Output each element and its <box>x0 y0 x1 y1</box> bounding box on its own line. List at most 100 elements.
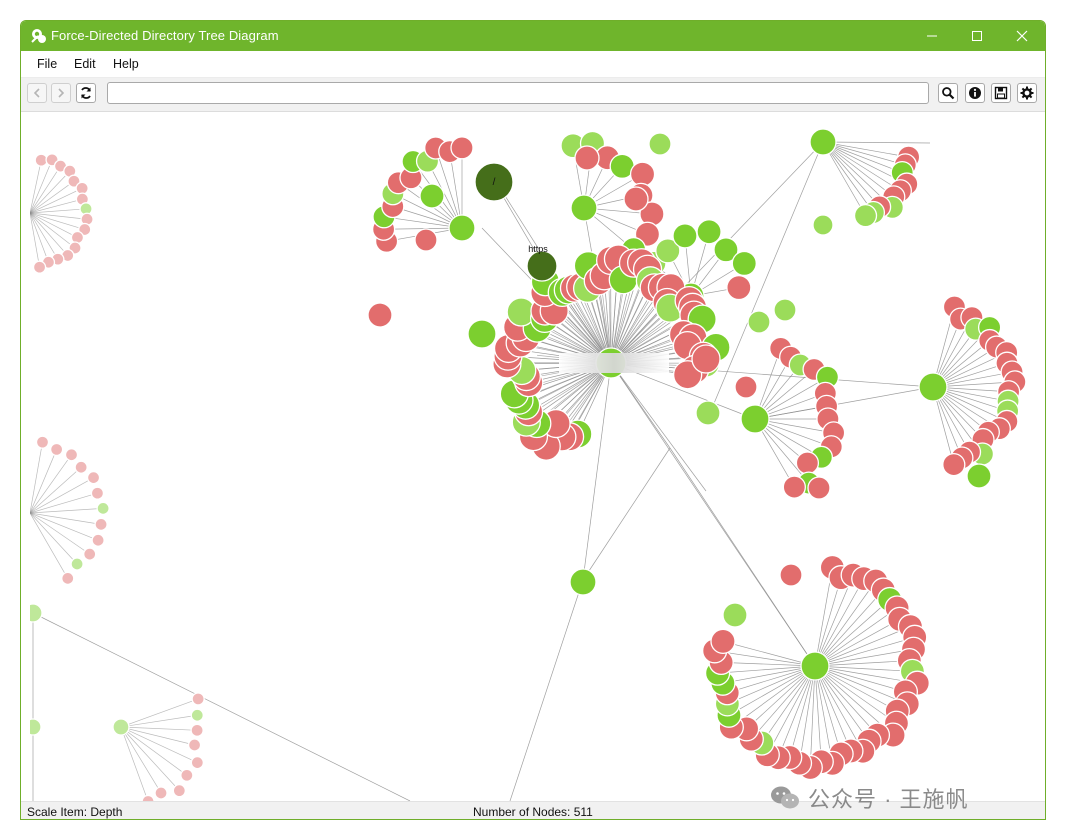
file-node[interactable] <box>74 460 88 474</box>
forward-button[interactable] <box>51 83 71 103</box>
file-node[interactable] <box>726 274 752 301</box>
file-node[interactable] <box>795 451 820 475</box>
title-bar[interactable]: Force-Directed Directory Tree Diagram <box>21 21 1045 51</box>
file-node[interactable] <box>629 161 656 187</box>
graph-edge <box>120 726 180 791</box>
file-node[interactable] <box>83 547 97 561</box>
file-node[interactable] <box>35 435 50 449</box>
file-node[interactable] <box>782 475 806 499</box>
directory-node[interactable] <box>853 203 878 228</box>
directory-node[interactable] <box>96 501 110 516</box>
directory-node[interactable] <box>740 404 770 434</box>
file-node[interactable] <box>34 153 48 167</box>
file-node[interactable] <box>190 755 204 770</box>
file-node[interactable] <box>414 228 438 252</box>
maximize-button[interactable] <box>954 21 1000 51</box>
file-node[interactable] <box>61 571 75 586</box>
graph-edge <box>822 141 901 192</box>
file-node[interactable] <box>154 786 168 800</box>
directory-node[interactable] <box>672 223 698 249</box>
file-node[interactable] <box>734 375 758 399</box>
file-node[interactable] <box>94 517 108 532</box>
app-window: Force-Directed Directory Tree Diagram Fi… <box>20 20 1046 820</box>
menu-help[interactable]: Help <box>113 57 139 71</box>
file-node[interactable] <box>623 186 649 212</box>
info-button[interactable] <box>965 83 985 103</box>
file-node[interactable] <box>942 452 966 477</box>
graph-edge <box>120 726 162 794</box>
file-node[interactable] <box>90 486 105 500</box>
file-node[interactable] <box>367 302 393 328</box>
address-input[interactable] <box>107 82 929 104</box>
directory-node[interactable] <box>773 298 797 322</box>
window-title: Force-Directed Directory Tree Diagram <box>51 28 279 43</box>
directory-node[interactable] <box>918 372 948 402</box>
graph-edge <box>32 612 411 801</box>
graph-edge <box>30 512 78 565</box>
graph-edges <box>30 141 1015 801</box>
settings-icon <box>1020 86 1034 100</box>
graph-edge <box>30 466 82 514</box>
directory-node[interactable] <box>809 128 837 156</box>
directory-node[interactable] <box>190 708 204 722</box>
file-node[interactable] <box>710 628 736 655</box>
directory-node[interactable] <box>526 250 558 282</box>
directory-node[interactable] <box>696 219 722 245</box>
file-node[interactable] <box>32 260 47 274</box>
forward-icon <box>58 88 65 98</box>
file-node[interactable] <box>807 476 831 500</box>
minimize-button[interactable] <box>909 21 955 51</box>
file-node[interactable] <box>190 723 204 737</box>
file-node[interactable] <box>450 136 474 160</box>
file-node[interactable] <box>180 768 194 782</box>
directory-node[interactable] <box>569 568 597 596</box>
file-node[interactable] <box>191 692 205 706</box>
directory-node[interactable] <box>731 250 757 277</box>
file-node[interactable] <box>75 181 89 195</box>
graph-edge <box>30 442 43 514</box>
graph-nodes[interactable] <box>30 128 1027 801</box>
settings-button[interactable] <box>1017 83 1037 103</box>
close-button[interactable] <box>999 21 1045 51</box>
file-node[interactable] <box>172 784 186 798</box>
file-node[interactable] <box>64 448 79 462</box>
file-node[interactable] <box>779 563 803 587</box>
save-button[interactable] <box>991 83 1011 103</box>
file-node[interactable] <box>86 470 101 485</box>
directory-node[interactable] <box>570 194 598 222</box>
directory-node[interactable] <box>695 400 721 426</box>
directory-node[interactable] <box>722 602 748 628</box>
directory-node[interactable] <box>812 214 834 236</box>
directory-node[interactable] <box>419 183 445 209</box>
menu-edit[interactable]: Edit <box>74 57 96 71</box>
directory-node[interactable] <box>747 310 771 334</box>
directory-node[interactable] <box>800 651 830 681</box>
https-node-label: https <box>528 244 548 254</box>
file-node[interactable] <box>91 533 105 547</box>
file-node[interactable] <box>49 442 64 457</box>
graph-edge <box>30 492 98 514</box>
directory-node[interactable] <box>30 718 42 736</box>
directory-node[interactable] <box>112 718 130 736</box>
directory-node[interactable] <box>648 132 672 156</box>
menu-file[interactable]: File <box>37 57 57 71</box>
hub-node-label-blur <box>559 353 669 373</box>
directory-graph[interactable]: / https <box>30 113 1038 801</box>
file-node[interactable] <box>187 738 202 752</box>
file-node[interactable] <box>691 344 721 374</box>
file-node[interactable] <box>574 145 600 171</box>
graph-edge <box>30 212 88 220</box>
directory-node[interactable] <box>70 557 84 571</box>
refresh-button[interactable] <box>76 83 96 103</box>
directory-node[interactable] <box>467 319 497 349</box>
graph-canvas[interactable]: / https <box>30 113 1038 801</box>
back-button[interactable] <box>27 83 47 103</box>
search-button[interactable] <box>938 83 958 103</box>
graph-edge <box>120 698 199 728</box>
graph-edge <box>582 447 671 581</box>
maximize-icon <box>972 31 982 41</box>
directory-node[interactable] <box>966 463 992 489</box>
directory-node[interactable] <box>30 603 43 623</box>
menu-bar: File Edit Help <box>21 51 1045 78</box>
directory-node[interactable] <box>448 214 476 242</box>
